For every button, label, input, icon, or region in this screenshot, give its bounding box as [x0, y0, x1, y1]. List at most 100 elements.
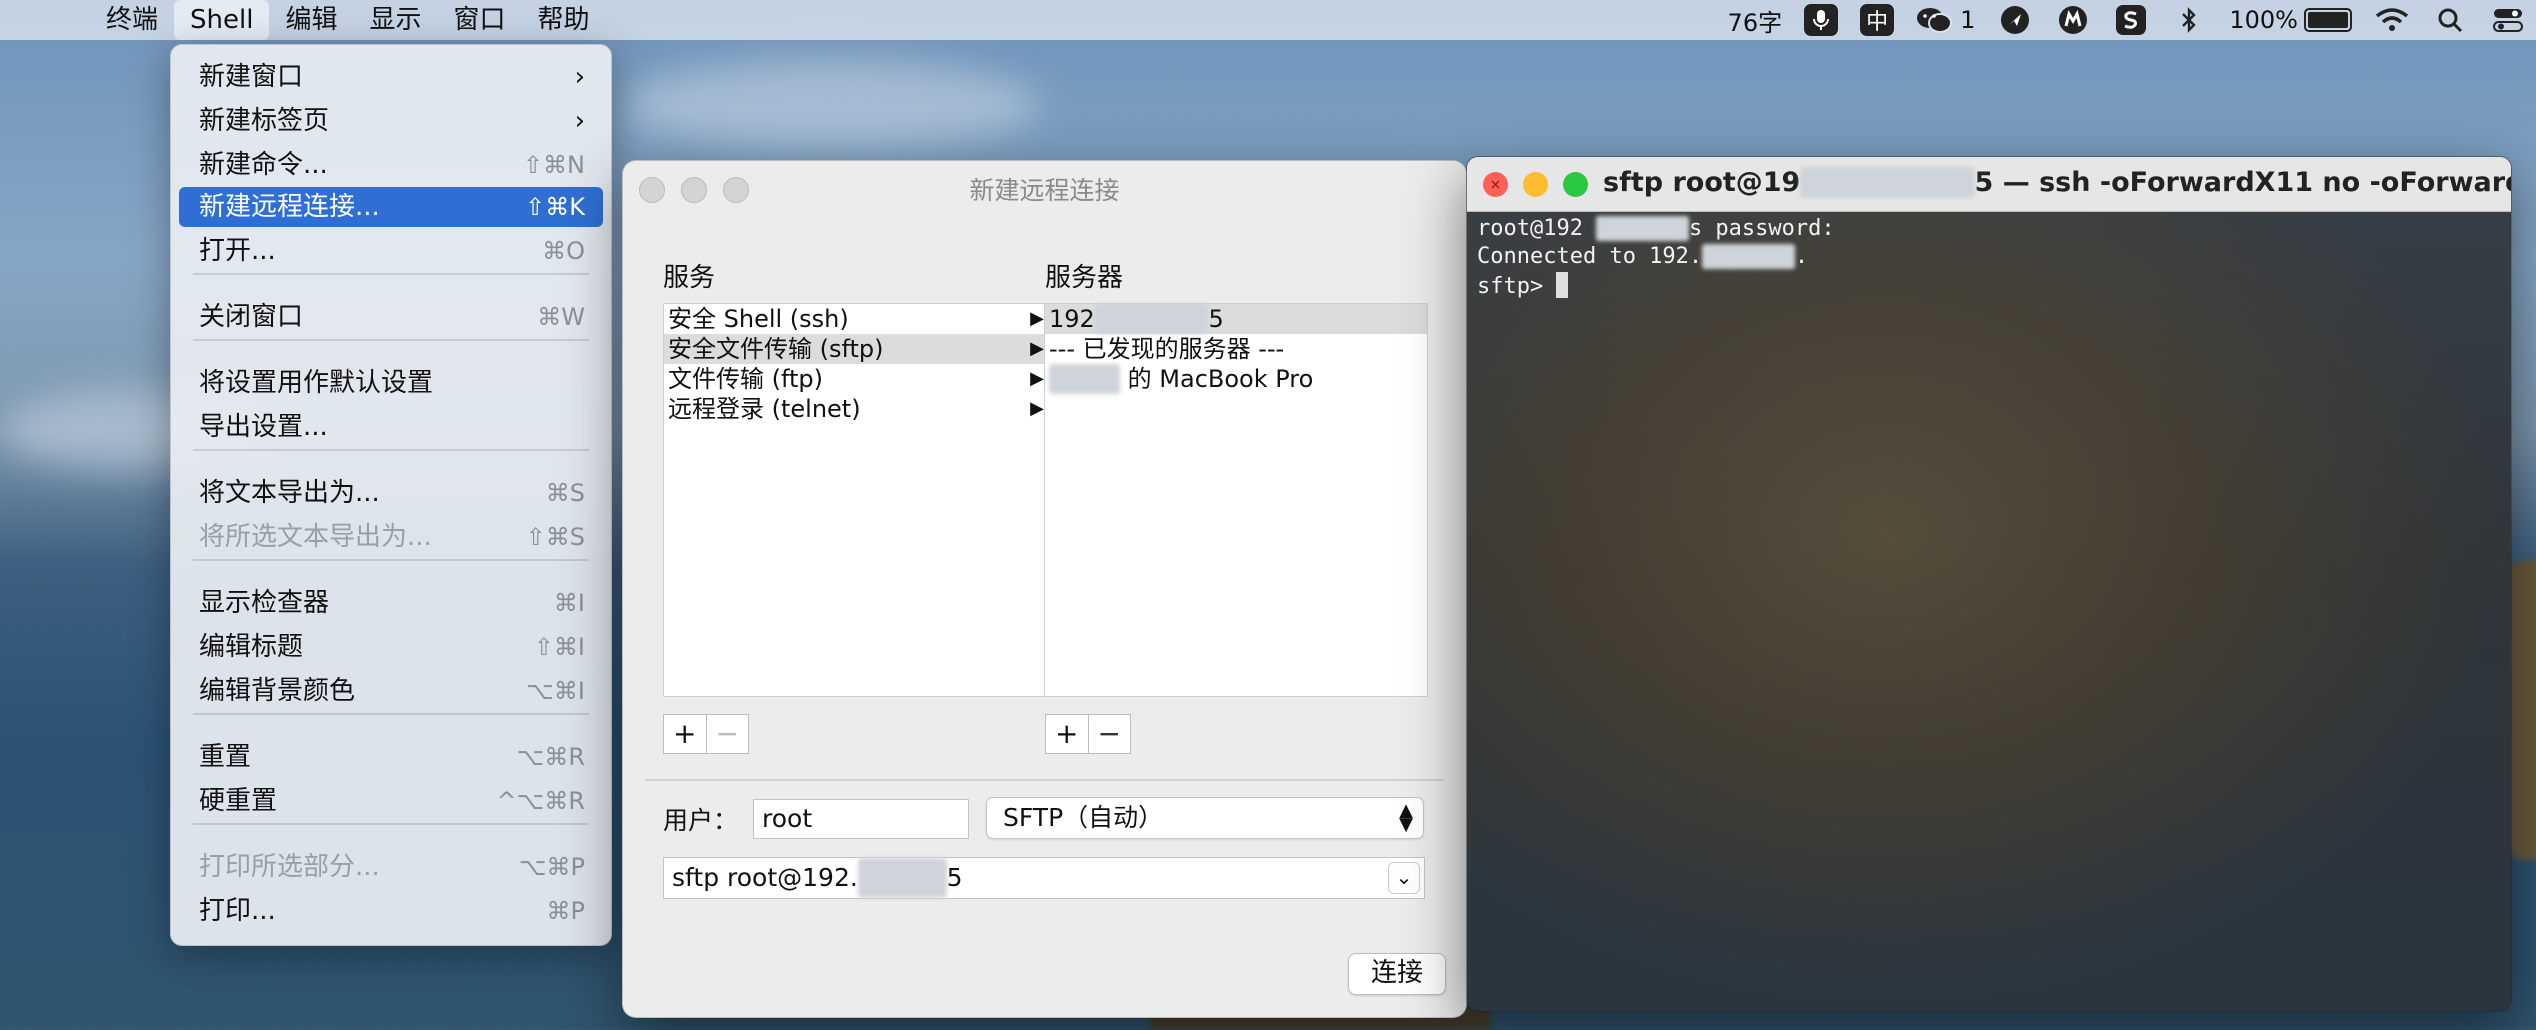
services-label: 服务 [663, 263, 716, 293]
service-item-ssh[interactable]: 安全 Shell (ssh) ▶ [664, 304, 1046, 334]
menu-shortcut: ⌘P [546, 897, 585, 925]
user-label: 用户： [663, 806, 739, 835]
s-app-icon[interactable] [2113, 5, 2149, 35]
input-method-indicator[interactable]: 中 [1860, 4, 1895, 36]
menu-item-label: 打印所选部分... [199, 852, 380, 882]
menu-shortcut: ⇧⌘K [525, 193, 585, 221]
menu-help[interactable]: 帮助 [522, 0, 606, 40]
wechat-count: 1 [1960, 6, 1976, 34]
m-app-icon[interactable] [2055, 5, 2091, 35]
terminal-output[interactable]: root@192 xxxxxxxs password: Connected to… [1467, 212, 2511, 1011]
minimize-icon[interactable] [1523, 172, 1548, 197]
menu-shortcut: ⇧⌘I [533, 633, 585, 661]
menu-item: 打印所选部分... ⌥⌘P [179, 847, 603, 887]
microphone-icon[interactable] [1804, 4, 1839, 36]
menu-shortcut: ⌘O [542, 237, 585, 265]
dialog-title: 新建远程连接 [969, 176, 1120, 205]
menu-item-label: 新建远程连接... [199, 192, 380, 222]
menu-separator [193, 713, 589, 715]
connect-button[interactable]: 连接 [1348, 953, 1446, 995]
terminal-line: root@192 xxxxxxxs password: [1477, 216, 1835, 241]
terminal-title: sftp root@19xxxxxxxxxx5 — ssh -oForwardX… [1603, 167, 2511, 198]
menu-terminal[interactable]: 终端 [90, 0, 174, 40]
terminal-cursor [1556, 272, 1569, 298]
service-item-sftp[interactable]: 安全文件传输 (sftp) ▶ [664, 334, 1046, 364]
menu-item[interactable]: 关闭窗口 ⌘W [179, 297, 603, 337]
menu-item-label: 打开... [199, 236, 276, 266]
menu-item-label: 编辑标题 [199, 632, 304, 662]
word-count-status[interactable]: 76字 [1728, 3, 1783, 38]
service-item-telnet[interactable]: 远程登录 (telnet) ▶ [664, 394, 1046, 424]
menu-shortcut: ⌥⌘R [516, 743, 585, 771]
server-remove-button[interactable]: − [1089, 715, 1131, 753]
server-add-button[interactable]: + [1046, 715, 1089, 753]
menu-separator [193, 823, 589, 825]
new-remote-connection-dialog: 新建远程连接 服务 服务器 安全 Shell (ssh) ▶ 安全文件传输 (sf… [622, 160, 1467, 1018]
battery-percent: 100% [2229, 6, 2298, 34]
battery-icon [2304, 8, 2352, 32]
menu-item-label: 导出设置... [199, 412, 328, 442]
service-remove-button[interactable]: − [707, 715, 749, 753]
menu-window[interactable]: 窗口 [437, 0, 521, 40]
terminal-window: × sftp root@19xxxxxxxxxx5 — ssh -oForwar… [1466, 156, 2512, 1012]
wechat-icon[interactable]: 1 [1916, 6, 1975, 34]
battery-status[interactable]: 100% [2229, 6, 2352, 34]
menu-shortcut: ⌘S [545, 479, 585, 507]
menu-edit[interactable]: 编辑 [269, 0, 353, 40]
menu-item[interactable]: 新建标签页 › [179, 101, 603, 141]
protocol-select[interactable]: SFTP（自动） ▲ ▼ [986, 797, 1424, 839]
menu-item-label: 新建窗口 [199, 62, 304, 92]
search-icon[interactable] [2432, 5, 2468, 35]
menu-item[interactable]: 编辑标题 ⇧⌘I [179, 627, 603, 667]
menu-item[interactable]: 打印... ⌘P [179, 891, 603, 931]
menu-item-label: 编辑背景颜色 [199, 676, 356, 706]
server-item-recent[interactable]: 192xxxxxxxx5 [1045, 304, 1427, 334]
menu-separator [193, 339, 589, 341]
menu-item[interactable]: 将设置用作默认设置 [179, 363, 603, 403]
terminal-titlebar: × sftp root@19xxxxxxxxxx5 — ssh -oForwar… [1467, 157, 2511, 212]
updown-chevron-icon: ▲ ▼ [1399, 800, 1413, 835]
menu-separator [193, 449, 589, 451]
menu-view[interactable]: 显示 [353, 0, 437, 40]
chevron-right-icon: › [574, 106, 585, 136]
menu-shell[interactable]: Shell [174, 0, 270, 40]
user-field[interactable]: root [753, 799, 969, 839]
menu-item[interactable]: 显示检查器 ⌘I [179, 583, 603, 623]
menu-item[interactable]: 导出设置... [179, 407, 603, 447]
bluetooth-icon[interactable] [2171, 5, 2207, 35]
command-combobox[interactable]: sftp root@192.xxxxxx5 ⌄ [663, 857, 1425, 899]
menu-item-label: 重置 [199, 742, 252, 772]
menu-item[interactable]: 新建远程连接... ⇧⌘K [179, 187, 603, 227]
terminal-window-controls: × [1483, 172, 1588, 197]
menu-item[interactable]: 重置 ⌥⌘R [179, 737, 603, 777]
server-item-macbook[interactable]: xxxxx 的 MacBook Pro [1045, 364, 1427, 394]
menu-item-label: 新建命令... [199, 150, 328, 180]
menu-shortcut: ⌘W [537, 303, 585, 331]
menu-item[interactable]: 新建命令... ⇧⌘N [179, 145, 603, 185]
direction-app-icon[interactable] [1997, 5, 2033, 35]
services-add-remove: + − [663, 714, 749, 754]
menu-item-label: 硬重置 [199, 786, 278, 816]
control-center-icon[interactable] [2490, 5, 2526, 35]
menu-item[interactable]: 新建窗口 › [179, 57, 603, 97]
menu-item[interactable]: 将文本导出为... ⌘S [179, 473, 603, 513]
service-item-ftp[interactable]: 文件传输 (ftp) ▶ [664, 364, 1046, 394]
chevron-down-icon[interactable]: ⌄ [1388, 862, 1420, 894]
menu-item-label: 关闭窗口 [199, 302, 304, 332]
service-add-button[interactable]: + [664, 715, 707, 753]
menu-item[interactable]: 编辑背景颜色 ⌥⌘I [179, 671, 603, 711]
servers-add-remove: + − [1045, 714, 1131, 754]
menu-separator [193, 559, 589, 561]
menu-item[interactable]: 打开... ⌘O [179, 231, 603, 271]
discovered-servers-header: --- 已发现的服务器 --- [1049, 335, 1285, 363]
close-icon[interactable]: × [1483, 172, 1508, 197]
menu-shortcut: ⇧⌘S [525, 523, 585, 551]
menu-item-label: 打印... [199, 896, 276, 926]
menu-shortcut: ⌘I [553, 589, 585, 617]
menu-bar: 终端 Shell 编辑 显示 窗口 帮助 76字 中 1 100% [0, 0, 2536, 40]
menu-shortcut: ⌥⌘P [518, 853, 585, 881]
zoom-icon[interactable] [1563, 172, 1588, 197]
wifi-icon[interactable] [2374, 5, 2410, 35]
menu-shortcut: ⇧⌘N [522, 151, 585, 179]
menu-item[interactable]: 硬重置 ^⌥⌘R [179, 781, 603, 821]
